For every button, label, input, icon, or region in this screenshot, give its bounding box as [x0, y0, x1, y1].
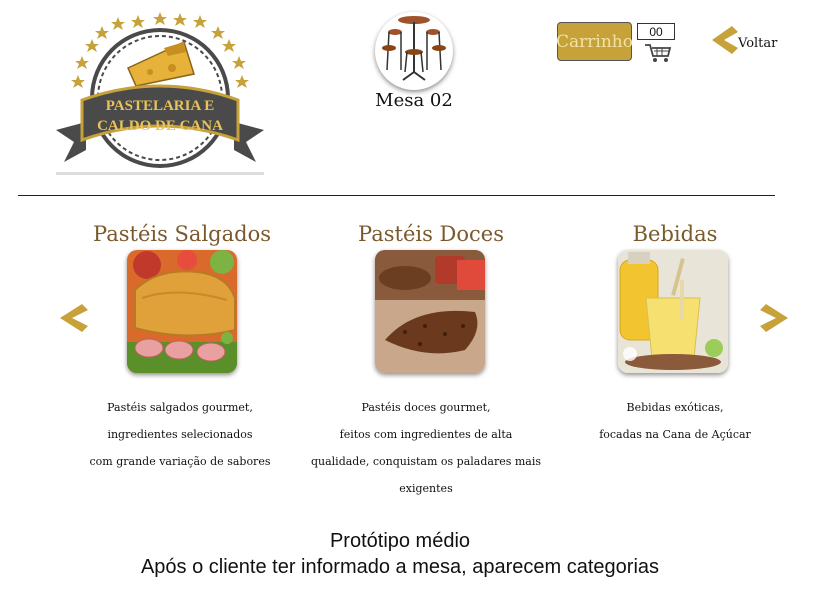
desc-line: qualidade, conquistam os paladares mais … — [310, 455, 542, 495]
category-image-salgados[interactable] — [127, 250, 237, 373]
desc-line: focadas na Cana de Açúcar — [599, 428, 751, 441]
category-image-bebidas[interactable] — [618, 250, 728, 373]
desc-line: Pastéis salgados gourmet, — [107, 401, 253, 414]
category-desc-doces: Pastéis doces gourmet, feitos com ingred… — [290, 394, 562, 502]
table-number-label: Mesa 02 — [375, 90, 453, 111]
desc-line: Pastéis doces gourmet, — [361, 401, 491, 414]
category-title-doces[interactable]: Pastéis Doces — [345, 222, 517, 246]
cart-count-badge: 00 — [637, 23, 675, 40]
logo-text-line2: CALDO DE CANA — [97, 118, 223, 134]
chevron-left-icon — [712, 26, 738, 54]
carousel-next-button[interactable] — [760, 302, 790, 334]
brand-logo: PASTELARIA E CALDO DE CANA — [56, 12, 266, 180]
header-divider — [18, 195, 775, 196]
category-title-bebidas[interactable]: Bebidas — [600, 222, 750, 246]
chevron-left-icon — [60, 304, 88, 332]
category-desc-bebidas: Bebidas exóticas, focadas na Cana de Açú… — [590, 394, 760, 448]
caption-line1: Protótipo médio — [329, 530, 471, 552]
desc-line: com grande variação de sabores — [89, 455, 271, 468]
back-label[interactable]: Voltar — [738, 36, 777, 51]
desc-line: ingredientes selecionados — [107, 428, 253, 441]
logo-text-line1: PASTELARIA E — [106, 98, 215, 114]
desc-line: Bebidas exóticas, — [626, 401, 724, 414]
category-image-doces[interactable] — [375, 250, 485, 373]
shopping-cart-icon[interactable] — [643, 42, 673, 64]
cart-button[interactable]: Carrinho — [556, 22, 633, 61]
caption-line2: Após o cliente ter informado a mesa, apa… — [140, 556, 660, 578]
category-title-salgados[interactable]: Pastéis Salgados — [90, 222, 274, 246]
desc-line: feitos com ingredientes de alta — [339, 428, 513, 441]
chevron-right-icon — [760, 304, 788, 332]
table-icon — [375, 12, 453, 90]
category-desc-salgados: Pastéis salgados gourmet, ingredientes s… — [80, 394, 280, 475]
carousel-prev-button[interactable] — [58, 302, 88, 334]
prototype-caption: Protótipo médio Após o cliente ter infor… — [0, 528, 800, 580]
